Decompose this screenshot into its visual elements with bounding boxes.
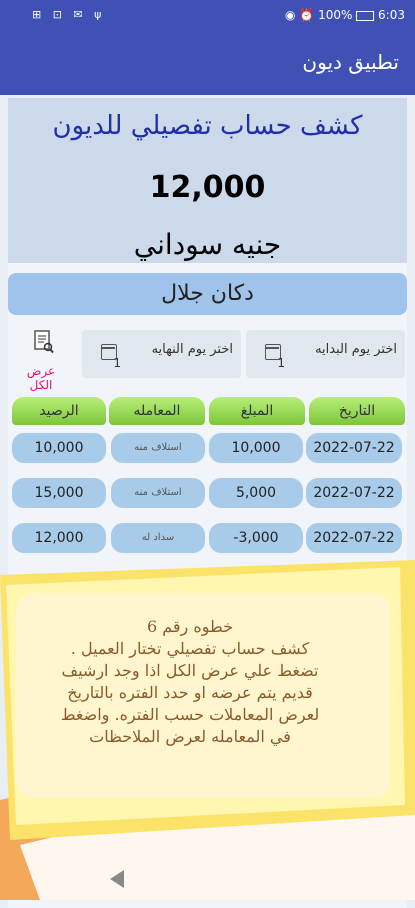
clock: 6:03 [378,8,405,22]
start-date-label: اختر يوم البدايه [315,342,397,357]
total-amount: 12,000 [149,170,266,205]
row-date[interactable]: 2022-07-22 [306,433,402,463]
row-amount[interactable]: 10,000 [209,433,303,463]
tip-line: لعرض المعاملات حسب الفتره. واضغط [60,705,320,724]
row-balance[interactable]: 15,000 [12,478,106,508]
customer-selector[interactable]: دكان جلال [8,273,407,315]
row-transaction[interactable]: استلاف منه [111,478,205,508]
row-transaction[interactable]: استلاف منه [111,433,205,463]
currency-label: جنيه سوداني [133,228,282,261]
row-amount[interactable]: 5,000 [209,478,303,508]
end-date-button[interactable]: اختر يوم النهايه 1 [82,330,241,378]
tip-line: تضغط علي عرض الكل اذا وجد ارشيف [61,661,319,680]
tip-step: خطوه رقم 6 [146,617,234,636]
alarm-icon: ◉ ⏰ [285,8,315,22]
header-date: التاريخ [309,397,405,425]
app-title: تطبيق ديون [302,50,399,74]
show-all-button[interactable]: عرض الكل [16,330,66,392]
row-balance[interactable]: 12,000 [12,523,106,553]
end-date-label: اختر يوم النهايه [151,342,233,357]
tip-line: في المعامله لعرض الملاحظات [89,727,291,746]
tip-text: خطوه رقم 6 كشف حساب تفصيلي تختار العميل … [30,616,350,748]
status-bar: ⊞ ⊡ ✉ ψ ◉ ⏰ 100% 6:03 [0,0,415,30]
row-amount[interactable]: -3,000 [209,523,303,553]
notification-icons: ⊞ ⊡ ✉ ψ [32,8,106,21]
start-date-button[interactable]: اختر يوم البدايه 1 [246,330,405,378]
battery-percentage: 100% [318,8,353,22]
status-right: ◉ ⏰ 100% 6:03 [285,8,405,22]
app-bar: تطبيق ديون [0,30,415,95]
tip-line: كشف حساب تفصيلي تختار العميل . [70,639,310,658]
row-date[interactable]: 2022-07-22 [306,523,402,553]
header-balance: الرصيد [12,397,106,425]
calendar-day: 1 [113,356,121,370]
summary-card: كشف حساب تفصيلي للديون 12,000 جنيه سودان… [8,98,407,263]
battery-icon [356,10,375,21]
header-amount: المبلغ [209,397,305,425]
calendar-day: 1 [277,356,285,370]
row-transaction[interactable]: سداد له [111,523,205,553]
row-balance[interactable]: 10,000 [12,433,106,463]
header-transaction: المعامله [109,397,205,425]
report-title: كشف حساب تفصيلي للديون [52,111,363,141]
back-triangle-icon[interactable] [110,870,124,888]
document-search-icon [34,330,54,354]
tip-line: قديم يتم عرضه او حدد الفتره بالتاريخ [67,683,313,702]
row-date[interactable]: 2022-07-22 [306,478,402,508]
show-all-label: عرض الكل [26,364,56,392]
